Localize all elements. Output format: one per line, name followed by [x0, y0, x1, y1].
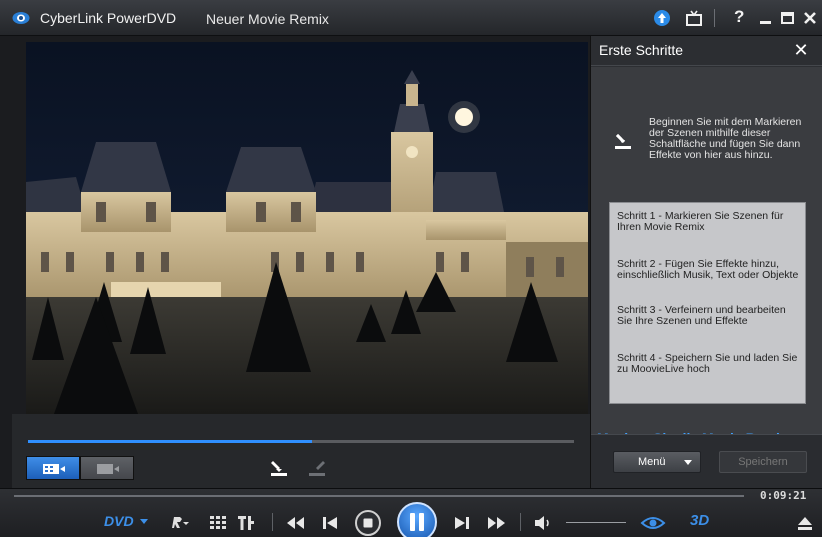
- remix-edit-area: [12, 414, 590, 488]
- remix-progress-fill: [28, 440, 312, 443]
- title-bar: CyberLink PowerDVD Neuer Movie Remix ?: [0, 0, 822, 36]
- powerdvd-logo-icon: [12, 12, 30, 24]
- mark-out-icon[interactable]: [308, 459, 326, 477]
- dvd-dropdown-icon[interactable]: [140, 519, 148, 525]
- player-controls: 0:09:21 DVD 3D: [0, 488, 822, 537]
- seek-bar[interactable]: [14, 495, 744, 497]
- panel-title: Erste Schritte: [599, 42, 684, 58]
- 3d-button[interactable]: 3D: [690, 512, 709, 529]
- controls-separator: [520, 513, 521, 531]
- title-separator: [714, 9, 715, 27]
- tv-mode-icon[interactable]: [684, 8, 704, 28]
- getting-started-panel: Erste Schritte ✕ Beginnen Sie mit dem Ma…: [590, 36, 822, 488]
- upgrade-icon[interactable]: [652, 8, 672, 28]
- pause-button[interactable]: [396, 501, 438, 537]
- close-icon[interactable]: [800, 8, 820, 28]
- menu-dropdown[interactable]: Menü: [613, 451, 701, 473]
- step-3: Schritt 3 - Verfeinern und bearbeiten Si…: [617, 304, 786, 327]
- scene-mode-button[interactable]: [26, 456, 80, 480]
- mark-scene-icon: [615, 133, 631, 149]
- bookmark-icon[interactable]: [170, 513, 190, 533]
- stop-button[interactable]: [354, 509, 382, 537]
- step-1: Schritt 1 - Markieren Sie Szenen für Ihr…: [617, 210, 784, 233]
- volume-slider[interactable]: [566, 522, 626, 523]
- panel-footer: Menü Speichern: [591, 434, 822, 488]
- save-button[interactable]: Speichern: [719, 451, 807, 473]
- fast-forward-icon[interactable]: [486, 513, 508, 533]
- panel-header: Erste Schritte ✕: [591, 36, 822, 66]
- volume-icon[interactable]: [532, 513, 554, 533]
- settings-tools-icon[interactable]: [236, 513, 256, 533]
- app-name: CyberLink PowerDVD: [40, 10, 177, 26]
- remix-progress-track[interactable]: [28, 440, 574, 443]
- document-name: Neuer Movie Remix: [206, 11, 329, 27]
- video-picture: [26, 42, 588, 414]
- next-icon[interactable]: [452, 513, 472, 533]
- minimize-icon[interactable]: [756, 8, 776, 28]
- controls-separator: [272, 513, 273, 531]
- panel-close-button[interactable]: ✕: [791, 40, 811, 60]
- playback-time: 0:09:21: [760, 489, 807, 502]
- steps-list: Schritt 1 - Markieren Sie Szenen für Ihr…: [609, 202, 806, 404]
- maximize-icon[interactable]: [778, 8, 798, 28]
- chevron-down-icon: [684, 460, 692, 465]
- step-2: Schritt 2 - Fügen Sie Effekte hinzu, ein…: [617, 258, 799, 281]
- help-button[interactable]: ?: [734, 7, 744, 27]
- truetheater-eye-icon[interactable]: [640, 513, 666, 533]
- video-frame[interactable]: [26, 42, 588, 414]
- film-effects-icon: [97, 464, 119, 474]
- dvd-menu-button[interactable]: DVD: [104, 513, 134, 529]
- chapter-grid-icon[interactable]: [208, 513, 228, 533]
- film-clip-icon: [43, 464, 65, 474]
- step-4: Schritt 4 - Speichern Sie und laden Sie …: [617, 352, 798, 375]
- eject-icon[interactable]: [796, 515, 814, 531]
- intro-text: Beginnen Sie mit dem Markieren der Szene…: [649, 116, 802, 161]
- previous-icon[interactable]: [320, 513, 340, 533]
- panel-body: Beginnen Sie mit dem Markieren der Szene…: [591, 67, 822, 446]
- mark-in-icon[interactable]: [270, 459, 288, 477]
- rewind-icon[interactable]: [284, 513, 306, 533]
- menu-dropdown-label: Menü: [638, 456, 666, 468]
- effects-mode-button[interactable]: [80, 456, 134, 480]
